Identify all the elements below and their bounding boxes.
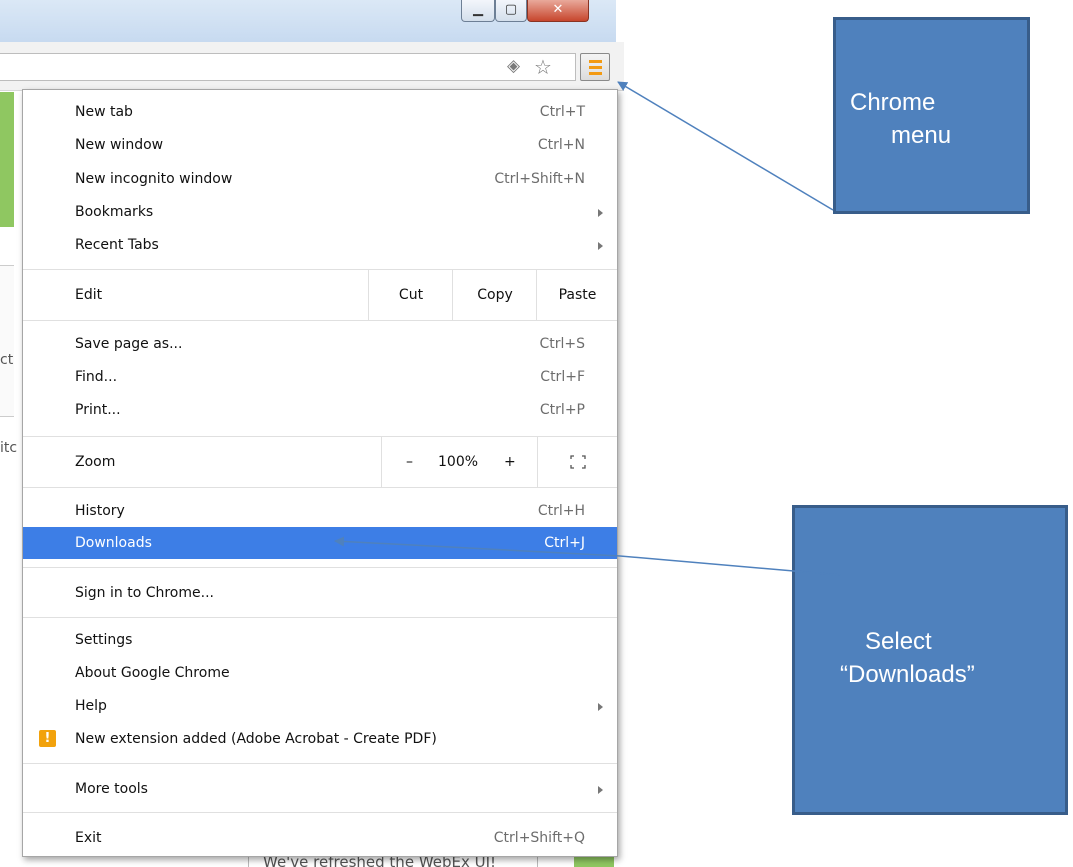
annotation-arrows xyxy=(334,81,841,576)
arrow-to-menu-button xyxy=(617,81,834,211)
arrow-to-downloads xyxy=(334,536,841,576)
